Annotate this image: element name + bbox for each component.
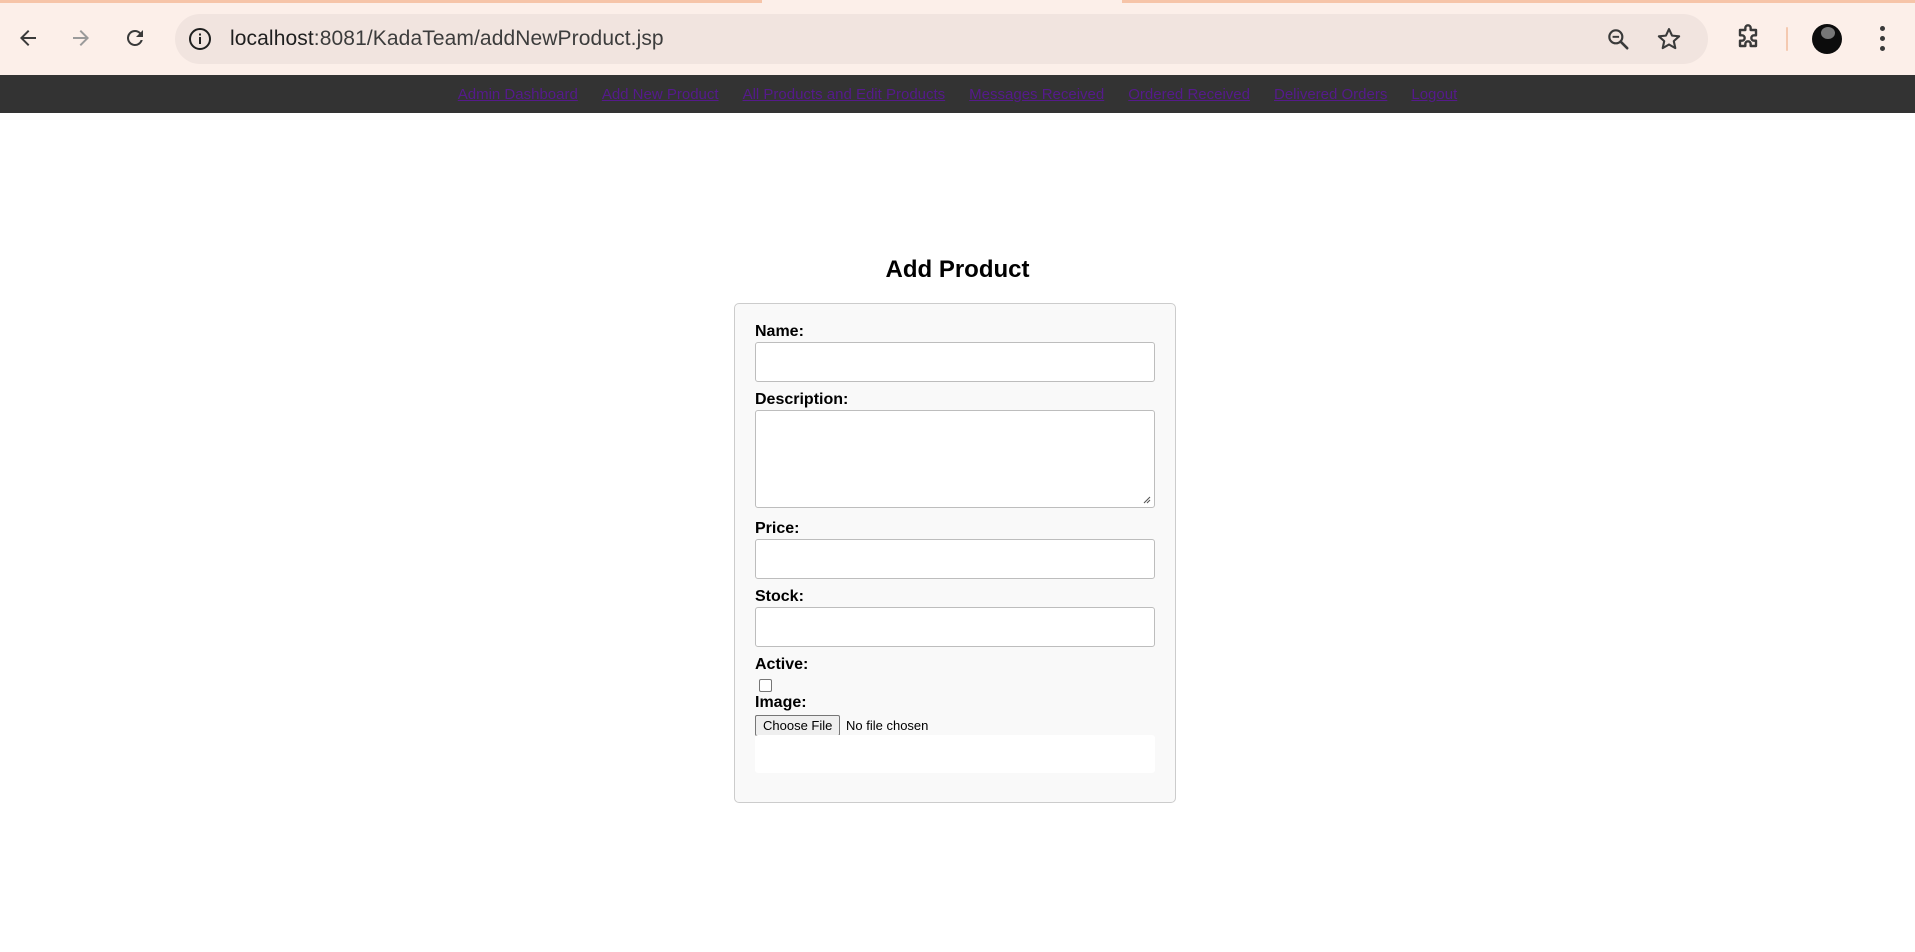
image-label: Image: [755, 694, 807, 711]
add-product-form: Name: Description: Price: Stock: Active:… [734, 303, 1176, 803]
arrow-left-icon [20, 30, 36, 46]
arrow-right-icon [73, 30, 89, 46]
url-host: localhost [230, 27, 314, 50]
kebab-menu-icon[interactable] [1870, 22, 1894, 54]
nav-link-delivered-orders[interactable]: Delivered Orders [1274, 86, 1387, 103]
submit-button[interactable] [755, 735, 1155, 773]
forward-button[interactable] [63, 20, 99, 56]
back-button[interactable] [10, 20, 46, 56]
zoom-icon[interactable] [1605, 26, 1631, 52]
active-checkbox[interactable] [759, 679, 772, 692]
browser-toolbar: localhost:8081/KadaTeam/addNewProduct.js… [0, 0, 1915, 75]
price-input[interactable] [755, 539, 1155, 579]
reload-button[interactable] [117, 20, 153, 56]
name-label: Name: [755, 323, 804, 340]
choose-file-button[interactable]: Choose File [755, 715, 841, 736]
resize-grip-icon[interactable] [1141, 494, 1151, 504]
profile-avatar[interactable] [1812, 24, 1842, 54]
tab-strip-edge [1122, 0, 1915, 3]
stock-label: Stock: [755, 588, 804, 605]
reload-icon [126, 29, 143, 46]
bookmark-star-icon[interactable] [1655, 25, 1683, 53]
price-label: Price: [755, 520, 800, 537]
toolbar-divider [1786, 27, 1788, 51]
page-title: Add Product [885, 256, 1030, 283]
nav-link-ordered-received[interactable]: Ordered Received [1128, 86, 1250, 103]
description-textarea[interactable] [755, 410, 1155, 508]
site-info-icon[interactable] [187, 26, 213, 52]
url-path: :8081/KadaTeam/addNewProduct.jsp [313, 27, 664, 50]
nav-link-messages-received[interactable]: Messages Received [969, 86, 1104, 103]
file-status-text: No file chosen [846, 718, 929, 733]
extensions-puzzle-icon[interactable] [1732, 22, 1764, 54]
address-bar[interactable]: localhost:8081/KadaTeam/addNewProduct.js… [175, 14, 1708, 64]
url-text[interactable]: localhost:8081/KadaTeam/addNewProduct.js… [230, 27, 664, 51]
active-label: Active: [755, 656, 809, 673]
nav-link-admin-dashboard[interactable]: Admin Dashboard [458, 86, 578, 103]
nav-link-all-products[interactable]: All Products and Edit Products [743, 86, 946, 103]
tab-strip-edge [0, 0, 762, 3]
nav-link-add-new-product[interactable]: Add New Product [602, 86, 719, 103]
admin-navbar: Admin Dashboard Add New Product All Prod… [0, 75, 1915, 113]
stock-input[interactable] [755, 607, 1155, 647]
description-label: Description: [755, 391, 849, 408]
nav-link-logout[interactable]: Logout [1411, 86, 1457, 103]
name-input[interactable] [755, 342, 1155, 382]
